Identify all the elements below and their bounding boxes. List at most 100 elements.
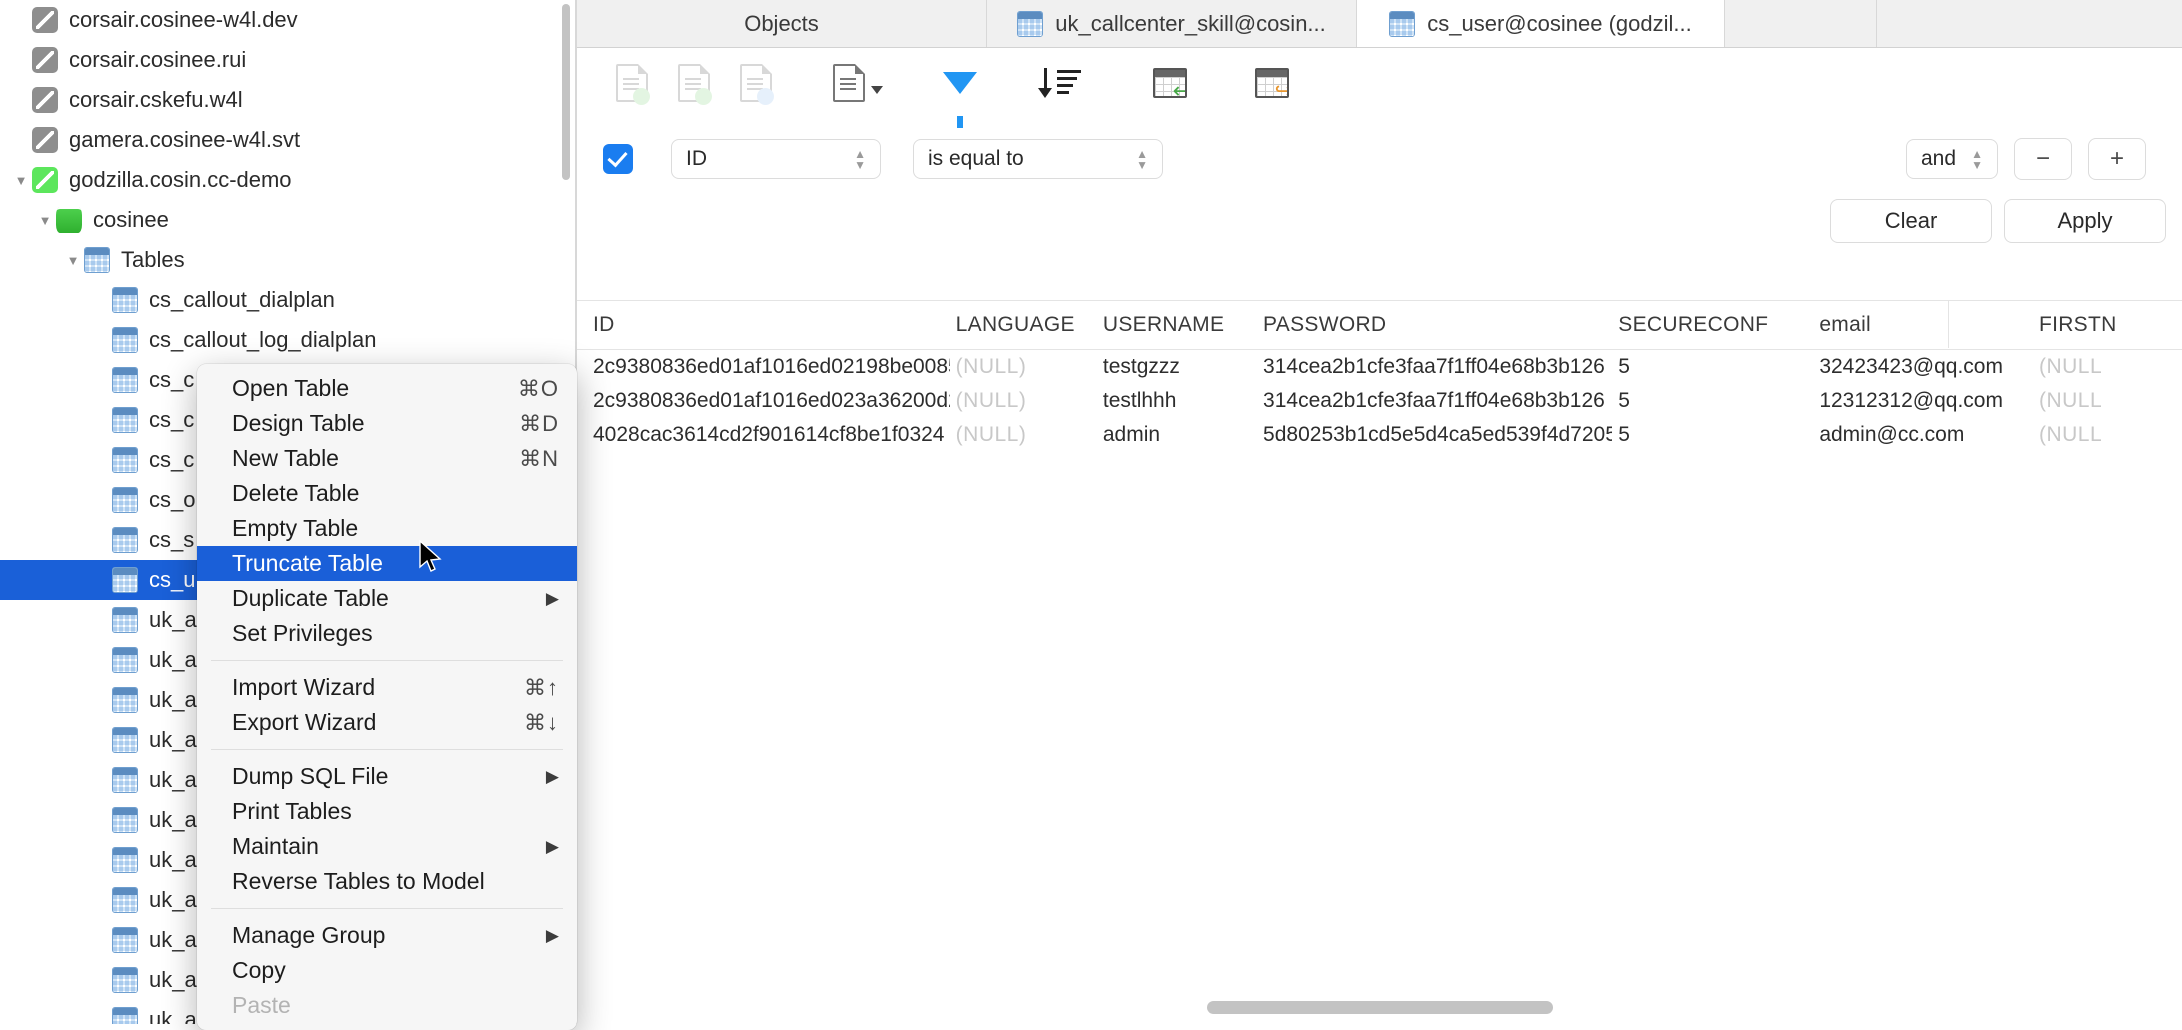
cell-language[interactable]: (NULL) [950, 355, 1097, 379]
menu-item-duplicate-table[interactable]: Duplicate Table ▶ [197, 581, 577, 616]
cell-language[interactable]: (NULL) [950, 423, 1097, 447]
column-divider [1948, 300, 1949, 348]
table-row[interactable]: 2c9380836ed01af1016ed02198be0085 (NULL) te… [577, 350, 2182, 384]
menu-item-new-table[interactable]: New Table ⌘N [197, 441, 577, 476]
filter-row-controls[interactable]: and ▲ ▼ − + [1906, 138, 2146, 180]
connection-icon [32, 87, 58, 113]
column-header-firstn[interactable]: FIRSTN [2033, 313, 2182, 337]
table-icon [112, 967, 138, 993]
sidebar-database-cosinee[interactable]: ▼ cosinee [0, 200, 576, 240]
tree-item-label: corsair.cosinee.rui [69, 47, 247, 72]
filter-operator-select[interactable]: is equal to ▲ ▼ [913, 139, 1163, 179]
filter-enabled-checkbox[interactable] [603, 144, 633, 174]
cell-password[interactable]: 314cea2b1cfe3faa7f1ff04e68b3b126 [1257, 389, 1612, 413]
add-record-button[interactable] [601, 60, 663, 106]
cell-password[interactable]: 314cea2b1cfe3faa7f1ff04e68b3b126 [1257, 355, 1612, 379]
menu-item-copy[interactable]: Copy [197, 953, 577, 988]
cell-username[interactable]: admin [1097, 423, 1257, 447]
sidebar-table-0[interactable]: ▼cs_callout_dialplan [0, 280, 576, 320]
tab-uk-callcenter-skill[interactable]: uk_callcenter_skill@cosin... [987, 0, 1357, 47]
sidebar-scrollbar[interactable] [562, 4, 570, 180]
cell-id[interactable]: 4028cac3614cd2f901614cf8be1f0324 [587, 423, 950, 447]
sidebar-connection-2[interactable]: ▼corsair.cskefu.w4l [0, 80, 576, 120]
column-header-secureconf[interactable]: SECURECONF [1612, 313, 1813, 337]
cell-username[interactable]: testlhhh [1097, 389, 1257, 413]
menu-item-set-privileges[interactable]: Set Privileges [197, 616, 577, 651]
remove-condition-button[interactable]: − [2014, 138, 2072, 180]
cell-firstn[interactable]: (NULL [2033, 355, 2182, 379]
tab-cs-user[interactable]: cs_user@cosinee (godzil... [1357, 0, 1725, 47]
table-icon [112, 367, 138, 393]
add-condition-button[interactable]: + [2088, 138, 2146, 180]
menu-item-delete-table[interactable]: Delete Table [197, 476, 577, 511]
delete-record-button[interactable] [725, 60, 787, 106]
disclosure-triangle-icon[interactable]: ▼ [62, 254, 84, 267]
grid-toolbar[interactable]: ↩ ↪ [577, 48, 2182, 128]
column-header-username[interactable]: USERNAME [1097, 313, 1257, 337]
menu-item-import-wizard[interactable]: Import Wizard ⌘↑ [197, 670, 577, 705]
filter-conjunction-select[interactable]: and ▲ ▼ [1906, 139, 1998, 179]
cell-email[interactable]: admin@cc.com [1813, 423, 2033, 447]
menu-item-open-table[interactable]: Open Table ⌘O [197, 371, 577, 406]
filter-condition-row[interactable]: ID ▲ ▼ is equal to ▲ ▼ and ▲ ▼ − + [577, 119, 2182, 199]
table-context-menu[interactable]: Open Table ⌘O Design Table ⌘D New Table ⌘N Del… [197, 364, 577, 1030]
menu-item-shortcut: ⌘↓ [524, 709, 559, 735]
tree-item-label: cs_c [149, 367, 195, 392]
menu-item-design-table[interactable]: Design Table ⌘D [197, 406, 577, 441]
sidebar-tables-group[interactable]: ▼ Tables [0, 240, 576, 280]
main-panel: Objects uk_callcenter_skill@cosin... cs_… [577, 0, 2182, 1024]
export-grid-button[interactable]: ↪ [1241, 60, 1303, 106]
menu-item-empty-table[interactable]: Empty Table [197, 511, 577, 546]
cell-firstn[interactable]: (NULL [2033, 389, 2182, 413]
form-view-button[interactable] [827, 60, 889, 106]
import-grid-button[interactable]: ↩ [1139, 60, 1201, 106]
cell-email[interactable]: 32423423@qq.com [1813, 355, 2033, 379]
column-header-email[interactable]: email [1813, 313, 2033, 337]
column-header-language[interactable]: LANGUAGE [950, 313, 1097, 337]
menu-item-manage-group[interactable]: Manage Group ▶ [197, 918, 577, 953]
filter-field-value: ID [686, 147, 707, 170]
tab-objects[interactable]: Objects [577, 0, 987, 47]
horizontal-scrollbar[interactable] [1207, 1001, 1553, 1014]
menu-item-label: New Table [232, 445, 339, 471]
filter-button[interactable] [929, 60, 991, 128]
cell-firstn[interactable]: (NULL [2033, 423, 2182, 447]
table-row[interactable]: 2c9380836ed01af1016ed023a36200d2 (NULL) te… [577, 384, 2182, 418]
sidebar-table-1[interactable]: ▼cs_callout_log_dialplan [0, 320, 576, 360]
cell-id[interactable]: 2c9380836ed01af1016ed023a36200d2 [587, 389, 950, 413]
sidebar-connection-4[interactable]: ▼ godzilla.cosin.cc-demo [0, 160, 576, 200]
cell-email[interactable]: 12312312@qq.com [1813, 389, 2033, 413]
filter-action-row[interactable]: Clear Apply [577, 199, 2182, 261]
tab-bar[interactable]: Objects uk_callcenter_skill@cosin... cs_… [577, 0, 2182, 48]
cell-secureconf[interactable]: 5 [1612, 355, 1813, 379]
cell-secureconf[interactable]: 5 [1612, 423, 1813, 447]
sidebar-connection-1[interactable]: ▼corsair.cosinee.rui [0, 40, 576, 80]
column-header-id[interactable]: ID [587, 313, 950, 337]
data-grid-body[interactable]: 2c9380836ed01af1016ed02198be0085 (NULL) te… [577, 350, 2182, 452]
clear-filter-button[interactable]: Clear [1830, 199, 1992, 243]
sidebar-connection-3[interactable]: ▼gamera.cosinee-w4l.svt [0, 120, 576, 160]
menu-item-maintain[interactable]: Maintain ▶ [197, 829, 577, 864]
cell-id[interactable]: 2c9380836ed01af1016ed02198be0085 [587, 355, 950, 379]
menu-item-dump-sql-file[interactable]: Dump SQL File ▶ [197, 759, 577, 794]
menu-item-export-wizard[interactable]: Export Wizard ⌘↓ [197, 705, 577, 740]
apply-record-button[interactable] [663, 60, 725, 106]
table-icon [1017, 10, 1044, 37]
cell-password[interactable]: 5d80253b1cd5e5d4ca5ed539f4d72052 [1257, 423, 1612, 447]
disclosure-triangle-icon[interactable]: ▼ [10, 174, 32, 187]
menu-item-print-tables[interactable]: Print Tables [197, 794, 577, 829]
sidebar-connection-0[interactable]: ▼corsair.cosinee-w4l.dev [0, 0, 576, 40]
column-header-password[interactable]: PASSWORD [1257, 313, 1612, 337]
table-row[interactable]: 4028cac3614cd2f901614cf8be1f0324 (NULL) ad… [577, 418, 2182, 452]
menu-item-reverse-tables-to-model[interactable]: Reverse Tables to Model [197, 864, 577, 899]
apply-filter-button[interactable]: Apply [2004, 199, 2166, 243]
cell-language[interactable]: (NULL) [950, 389, 1097, 413]
cell-username[interactable]: testgzzz [1097, 355, 1257, 379]
cell-secureconf[interactable]: 5 [1612, 389, 1813, 413]
data-grid[interactable]: ID LANGUAGE USERNAME PASSWORD SECURECONF emai… [577, 300, 2182, 1024]
disclosure-triangle-icon[interactable]: ▼ [34, 214, 56, 227]
data-grid-header[interactable]: ID LANGUAGE USERNAME PASSWORD SECURECONF emai… [577, 300, 2182, 350]
filter-field-select[interactable]: ID ▲ ▼ [671, 139, 881, 179]
sort-button[interactable] [1031, 60, 1093, 106]
menu-item-truncate-table[interactable]: Truncate Table [197, 546, 577, 581]
